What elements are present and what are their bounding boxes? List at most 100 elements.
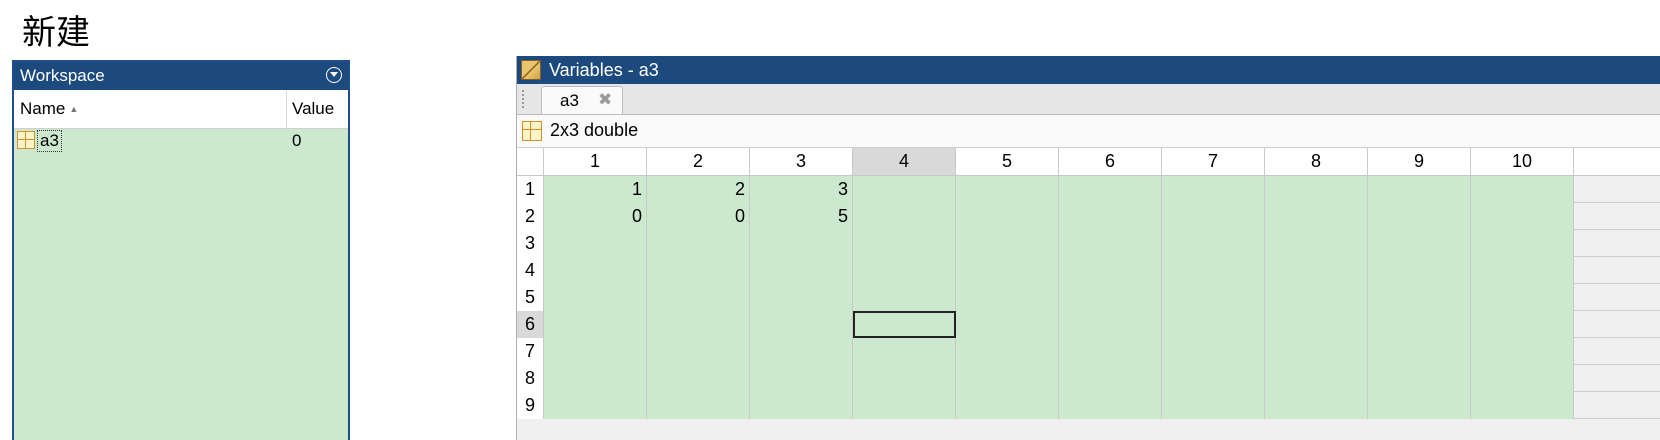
grid-cell[interactable]: 2 bbox=[647, 176, 750, 203]
grid-cell[interactable] bbox=[1471, 176, 1574, 203]
grid-cell[interactable] bbox=[1471, 338, 1574, 365]
grid-cell[interactable] bbox=[956, 176, 1059, 203]
grid-cell[interactable] bbox=[956, 311, 1059, 338]
active-cell[interactable] bbox=[853, 311, 956, 338]
row-header-6[interactable]: 6 bbox=[517, 311, 544, 338]
column-header-3[interactable]: 3 bbox=[750, 148, 853, 175]
grid-cell[interactable] bbox=[544, 392, 647, 419]
grid-cell[interactable] bbox=[750, 392, 853, 419]
grid-cell[interactable] bbox=[1059, 365, 1162, 392]
column-header-10[interactable]: 10 bbox=[1471, 148, 1574, 175]
grid-cell[interactable] bbox=[544, 230, 647, 257]
grid-cell[interactable] bbox=[956, 284, 1059, 311]
grid-cell[interactable] bbox=[647, 392, 750, 419]
grid-cell[interactable]: 1 bbox=[544, 176, 647, 203]
grid-cell[interactable] bbox=[647, 230, 750, 257]
row-header-4[interactable]: 4 bbox=[517, 257, 544, 284]
row-header-5[interactable]: 5 bbox=[517, 284, 544, 311]
column-header-6[interactable]: 6 bbox=[1059, 148, 1162, 175]
variable-name[interactable]: a3 bbox=[37, 130, 62, 152]
grid-cell[interactable] bbox=[544, 338, 647, 365]
grid-cell[interactable] bbox=[1471, 230, 1574, 257]
grid-cell[interactable] bbox=[647, 338, 750, 365]
grid-cell[interactable] bbox=[1162, 257, 1265, 284]
grid-cell[interactable] bbox=[750, 311, 853, 338]
row-header-7[interactable]: 7 bbox=[517, 338, 544, 365]
grid-cell[interactable] bbox=[1059, 257, 1162, 284]
grid-cell[interactable] bbox=[956, 392, 1059, 419]
grid-cell[interactable] bbox=[1162, 338, 1265, 365]
grid-cell[interactable] bbox=[1265, 284, 1368, 311]
drag-grip-icon[interactable] bbox=[522, 90, 526, 108]
grid-cell[interactable] bbox=[853, 203, 956, 230]
grid-cell[interactable] bbox=[1162, 230, 1265, 257]
column-header-9[interactable]: 9 bbox=[1368, 148, 1471, 175]
workspace-actions-menu-icon[interactable] bbox=[326, 67, 342, 83]
grid-cell[interactable] bbox=[1059, 284, 1162, 311]
close-tab-icon[interactable]: ✖ bbox=[598, 90, 612, 110]
column-header-1[interactable]: 1 bbox=[544, 148, 647, 175]
grid-cell[interactable] bbox=[647, 365, 750, 392]
grid-cell[interactable] bbox=[1265, 176, 1368, 203]
grid-cell[interactable] bbox=[956, 338, 1059, 365]
grid-cell[interactable] bbox=[956, 365, 1059, 392]
grid-cell[interactable] bbox=[1059, 176, 1162, 203]
value-column-header[interactable]: Value bbox=[292, 99, 334, 119]
grid-cell[interactable] bbox=[1265, 311, 1368, 338]
grid-cell[interactable] bbox=[956, 257, 1059, 284]
grid-cell[interactable] bbox=[956, 230, 1059, 257]
grid-cell[interactable] bbox=[1368, 257, 1471, 284]
grid-cell[interactable]: 3 bbox=[750, 176, 853, 203]
grid-cell[interactable] bbox=[750, 230, 853, 257]
grid-cell[interactable] bbox=[544, 311, 647, 338]
grid-cell[interactable] bbox=[1059, 392, 1162, 419]
grid-cell[interactable] bbox=[647, 311, 750, 338]
grid-cell[interactable]: 0 bbox=[647, 203, 750, 230]
grid-corner[interactable] bbox=[517, 148, 544, 175]
workspace-variable-row[interactable]: a3 0 bbox=[14, 129, 348, 155]
grid-cell[interactable] bbox=[853, 230, 956, 257]
grid-cell[interactable] bbox=[750, 365, 853, 392]
column-header-8[interactable]: 8 bbox=[1265, 148, 1368, 175]
column-header-2[interactable]: 2 bbox=[647, 148, 750, 175]
row-header-1[interactable]: 1 bbox=[517, 176, 544, 203]
name-column-header[interactable]: Name ▲ bbox=[20, 99, 78, 119]
column-header-4[interactable]: 4 bbox=[853, 148, 956, 175]
grid-cell[interactable]: 0 bbox=[544, 203, 647, 230]
grid-cell[interactable] bbox=[1059, 338, 1162, 365]
grid-cell[interactable] bbox=[1162, 392, 1265, 419]
grid-cell[interactable] bbox=[1162, 284, 1265, 311]
grid-cell[interactable] bbox=[750, 284, 853, 311]
grid-cell[interactable] bbox=[1471, 392, 1574, 419]
grid-cell[interactable] bbox=[853, 392, 956, 419]
grid-cell[interactable] bbox=[853, 284, 956, 311]
grid-cell[interactable] bbox=[750, 257, 853, 284]
grid-cell[interactable] bbox=[750, 338, 853, 365]
column-header-5[interactable]: 5 bbox=[956, 148, 1059, 175]
grid-cell[interactable] bbox=[1265, 338, 1368, 365]
grid-cell[interactable] bbox=[647, 284, 750, 311]
grid-cell[interactable] bbox=[1368, 338, 1471, 365]
grid-cell[interactable] bbox=[544, 257, 647, 284]
grid-cell[interactable]: 5 bbox=[750, 203, 853, 230]
tab-a3[interactable]: a3 ✖ bbox=[541, 86, 623, 114]
grid-cell[interactable] bbox=[1368, 176, 1471, 203]
grid-cell[interactable] bbox=[1265, 365, 1368, 392]
grid-cell[interactable] bbox=[1471, 311, 1574, 338]
grid-cell[interactable] bbox=[1059, 311, 1162, 338]
grid-cell[interactable] bbox=[1162, 311, 1265, 338]
column-header-7[interactable]: 7 bbox=[1162, 148, 1265, 175]
grid-cell[interactable] bbox=[1368, 284, 1471, 311]
column-divider[interactable] bbox=[286, 90, 287, 128]
grid-cell[interactable] bbox=[1265, 230, 1368, 257]
grid-cell[interactable] bbox=[1471, 203, 1574, 230]
row-header-2[interactable]: 2 bbox=[517, 203, 544, 230]
row-header-8[interactable]: 8 bbox=[517, 365, 544, 392]
grid-cell[interactable] bbox=[1368, 230, 1471, 257]
grid-cell[interactable] bbox=[1368, 203, 1471, 230]
row-header-9[interactable]: 9 bbox=[517, 392, 544, 419]
grid-cell[interactable] bbox=[1368, 365, 1471, 392]
grid-cell[interactable] bbox=[544, 284, 647, 311]
grid-cell[interactable] bbox=[647, 257, 750, 284]
grid-cell[interactable] bbox=[1265, 392, 1368, 419]
